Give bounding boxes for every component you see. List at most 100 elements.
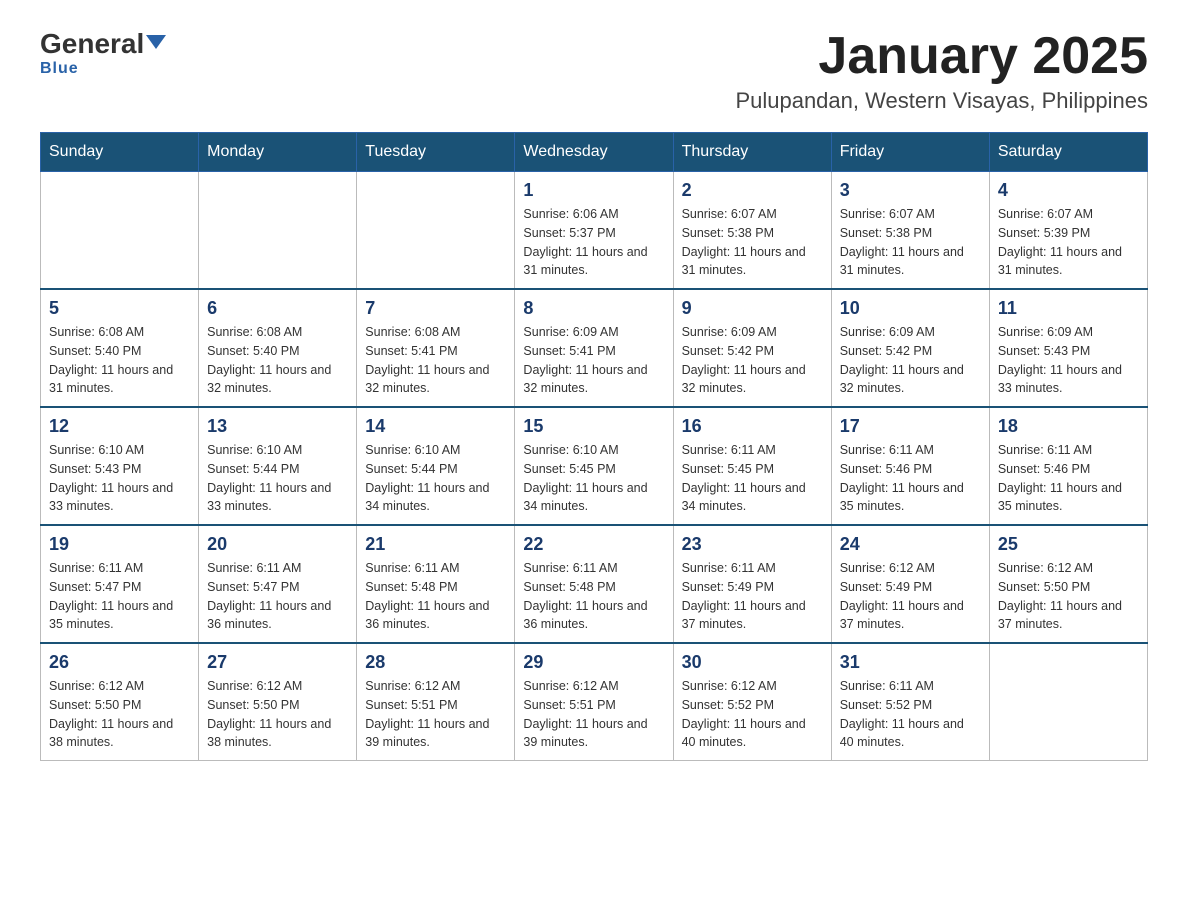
day-info: Sunrise: 6:11 AMSunset: 5:48 PMDaylight:… [523, 559, 664, 634]
calendar-week-row: 12 Sunrise: 6:10 AMSunset: 5:43 PMDayligh… [41, 407, 1148, 525]
page-header: General Blue January 2025 Pulupandan, We… [40, 30, 1148, 114]
day-info: Sunrise: 6:12 AMSunset: 5:52 PMDaylight:… [682, 677, 823, 752]
day-number: 13 [207, 416, 348, 437]
logo-blue: Blue [40, 60, 79, 78]
col-saturday: Saturday [989, 133, 1147, 172]
day-info: Sunrise: 6:11 AMSunset: 5:47 PMDaylight:… [49, 559, 190, 634]
table-row: 26Sunrise: 6:12 AMSunset: 5:50 PMDayligh… [41, 643, 199, 761]
table-row: 22 Sunrise: 6:11 AMSunset: 5:48 PMDayligh… [515, 525, 673, 643]
day-number: 31 [840, 652, 981, 673]
col-wednesday: Wednesday [515, 133, 673, 172]
table-row: 5 Sunrise: 6:08 AMSunset: 5:40 PMDaylight… [41, 289, 199, 407]
table-row [41, 172, 199, 290]
day-info: Sunrise: 6:12 AMSunset: 5:50 PMDaylight:… [998, 559, 1139, 634]
day-number: 26 [49, 652, 190, 673]
day-info: Sunrise: 6:11 AMSunset: 5:49 PMDaylight:… [682, 559, 823, 634]
table-row: 14Sunrise: 6:10 AMSunset: 5:44 PMDayligh… [357, 407, 515, 525]
day-number: 27 [207, 652, 348, 673]
day-info: Sunrise: 6:07 AMSunset: 5:38 PMDaylight:… [682, 205, 823, 280]
calendar-week-row: 26 Sunrise: 6:12 AMSunset: 5:50 PMDayligh… [41, 643, 1148, 761]
day-number: 3 [840, 180, 981, 201]
table-row: 10 Sunrise: 6:09 AMSunset: 5:42 PMDayligh… [831, 289, 989, 407]
day-info: Sunrise: 6:11 AMSunset: 5:48 PMDaylight:… [365, 559, 506, 634]
table-row: 2 Sunrise: 6:07 AMSunset: 5:38 PMDaylight… [673, 172, 831, 290]
calendar-week-row: 5 Sunrise: 6:08 AMSunset: 5:40 PMDaylight… [41, 289, 1148, 407]
table-row: 12 Sunrise: 6:10 AMSunset: 5:43 PMDayligh… [41, 407, 199, 525]
day-info: Sunrise: 6:06 AMSunset: 5:37 PMDaylight:… [523, 205, 664, 280]
day-info: Sunrise: 6:09 AMSunset: 5:43 PMDaylight:… [998, 323, 1139, 398]
day-number: 9 [682, 298, 823, 319]
day-info: Sunrise: 6:11 AMSunset: 5:52 PMDaylight:… [840, 677, 981, 752]
table-row: 17 Sunrise: 6:11 AMSunset: 5:46 PMDayligh… [831, 407, 989, 525]
day-info: Sunrise: 6:10 AMSunset: 5:45 PMDaylight:… [523, 441, 664, 516]
logo-text: General [40, 30, 166, 58]
day-number: 16 [682, 416, 823, 437]
title-area: January 2025 Pulupandan, Western Visayas… [735, 30, 1148, 114]
table-row: 23 Sunrise: 6:11 AMSunset: 5:49 PMDayligh… [673, 525, 831, 643]
day-info: Sunrise: 6:11 AMSunset: 5:46 PMDaylight:… [998, 441, 1139, 516]
day-number: 24 [840, 534, 981, 555]
day-number: 23 [682, 534, 823, 555]
day-info: Sunrise: 6:08 AMSunset: 5:40 PMDaylight:… [207, 323, 348, 398]
table-row [199, 172, 357, 290]
day-number: 7 [365, 298, 506, 319]
location-title: Pulupandan, Western Visayas, Philippines [735, 88, 1148, 114]
table-row: 18 Sunrise: 6:11 AMSunset: 5:46 PMDayligh… [989, 407, 1147, 525]
table-row: 6 Sunrise: 6:08 AMSunset: 5:40 PMDaylight… [199, 289, 357, 407]
day-number: 4 [998, 180, 1139, 201]
day-number: 2 [682, 180, 823, 201]
calendar-week-row: 19 Sunrise: 6:11 AMSunset: 5:47 PMDayligh… [41, 525, 1148, 643]
day-number: 18 [998, 416, 1139, 437]
table-row: 31 Sunrise: 6:11 AMSunset: 5:52 PMDayligh… [831, 643, 989, 761]
day-number: 8 [523, 298, 664, 319]
day-number: 15 [523, 416, 664, 437]
table-row: 25 Sunrise: 6:12 AMSunset: 5:50 PMDayligh… [989, 525, 1147, 643]
day-number: 28 [365, 652, 506, 673]
day-info: Sunrise: 6:10 AMSunset: 5:43 PMDaylight:… [49, 441, 190, 516]
table-row [357, 172, 515, 290]
day-info: Sunrise: 6:09 AMSunset: 5:41 PMDaylight:… [523, 323, 664, 398]
day-info: Sunrise: 6:10 AMSunset: 5:44 PMDaylight:… [207, 441, 348, 516]
col-monday: Monday [199, 133, 357, 172]
day-number: 19 [49, 534, 190, 555]
day-number: 6 [207, 298, 348, 319]
day-number: 25 [998, 534, 1139, 555]
logo-triangle-icon [146, 35, 166, 49]
calendar-week-row: 1Sunrise: 6:06 AMSunset: 5:37 PMDaylight… [41, 172, 1148, 290]
day-number: 30 [682, 652, 823, 673]
table-row: 8 Sunrise: 6:09 AMSunset: 5:41 PMDaylight… [515, 289, 673, 407]
day-info: Sunrise: 6:09 AMSunset: 5:42 PMDaylight:… [840, 323, 981, 398]
table-row: 7 Sunrise: 6:08 AMSunset: 5:41 PMDaylight… [357, 289, 515, 407]
col-thursday: Thursday [673, 133, 831, 172]
day-info: Sunrise: 6:12 AMSunset: 5:51 PMDaylight:… [365, 677, 506, 752]
day-info: Sunrise: 6:11 AMSunset: 5:46 PMDaylight:… [840, 441, 981, 516]
month-title: January 2025 [735, 30, 1148, 82]
table-row: 4 Sunrise: 6:07 AMSunset: 5:39 PMDaylight… [989, 172, 1147, 290]
day-number: 5 [49, 298, 190, 319]
col-tuesday: Tuesday [357, 133, 515, 172]
table-row: 21Sunrise: 6:11 AMSunset: 5:48 PMDayligh… [357, 525, 515, 643]
col-sunday: Sunday [41, 133, 199, 172]
table-row: 20Sunrise: 6:11 AMSunset: 5:47 PMDayligh… [199, 525, 357, 643]
day-info: Sunrise: 6:08 AMSunset: 5:40 PMDaylight:… [49, 323, 190, 398]
table-row: 15 Sunrise: 6:10 AMSunset: 5:45 PMDayligh… [515, 407, 673, 525]
day-number: 22 [523, 534, 664, 555]
table-row: 29Sunrise: 6:12 AMSunset: 5:51 PMDayligh… [515, 643, 673, 761]
day-number: 20 [207, 534, 348, 555]
day-info: Sunrise: 6:12 AMSunset: 5:50 PMDaylight:… [207, 677, 348, 752]
table-row: 30 Sunrise: 6:12 AMSunset: 5:52 PMDayligh… [673, 643, 831, 761]
table-row: 28 Sunrise: 6:12 AMSunset: 5:51 PMDayligh… [357, 643, 515, 761]
day-number: 10 [840, 298, 981, 319]
table-row: 1Sunrise: 6:06 AMSunset: 5:37 PMDaylight… [515, 172, 673, 290]
day-number: 12 [49, 416, 190, 437]
calendar-table: Sunday Monday Tuesday Wednesday Thursday… [40, 132, 1148, 761]
table-row: 9Sunrise: 6:09 AMSunset: 5:42 PMDaylight… [673, 289, 831, 407]
table-row: 19 Sunrise: 6:11 AMSunset: 5:47 PMDayligh… [41, 525, 199, 643]
day-info: Sunrise: 6:08 AMSunset: 5:41 PMDaylight:… [365, 323, 506, 398]
day-info: Sunrise: 6:07 AMSunset: 5:39 PMDaylight:… [998, 205, 1139, 280]
table-row: 16 Sunrise: 6:11 AMSunset: 5:45 PMDayligh… [673, 407, 831, 525]
day-number: 11 [998, 298, 1139, 319]
day-number: 17 [840, 416, 981, 437]
day-info: Sunrise: 6:11 AMSunset: 5:45 PMDaylight:… [682, 441, 823, 516]
day-info: Sunrise: 6:12 AMSunset: 5:51 PMDaylight:… [523, 677, 664, 752]
